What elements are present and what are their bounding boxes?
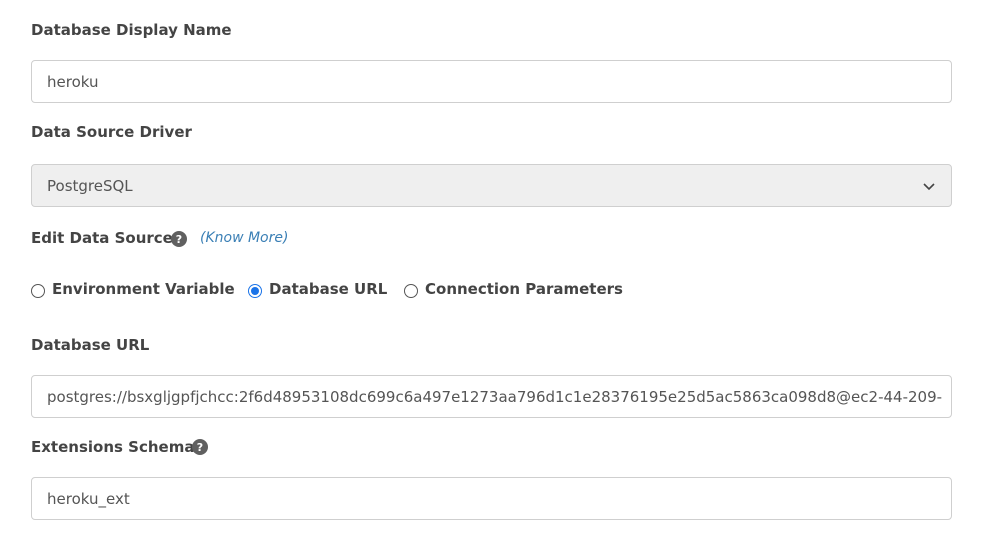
- database-url-value: postgres://bsxgljgpfjchcc:2f6d48953108dc…: [47, 387, 943, 406]
- edit-source-label: Edit Data Source: [31, 229, 173, 247]
- display-name-value: heroku: [47, 72, 99, 91]
- display-name-label: Database Display Name: [31, 21, 232, 39]
- radio-button-checked[interactable]: [248, 283, 262, 298]
- radio-button[interactable]: [31, 283, 45, 298]
- know-more-link[interactable]: (Know More): [200, 228, 288, 248]
- extensions-schema-label: Extensions Schema: [31, 438, 195, 456]
- radio-label: Database URL: [269, 280, 388, 298]
- extensions-schema-help-icon[interactable]: ?: [192, 439, 208, 455]
- radio-label: Environment Variable: [52, 280, 235, 298]
- display-name-input[interactable]: heroku: [31, 60, 952, 103]
- edit-source-help-icon[interactable]: ?: [171, 231, 187, 247]
- database-url-input[interactable]: postgres://bsxgljgpfjchcc:2f6d48953108dc…: [31, 375, 952, 418]
- driver-selected-value: PostgreSQL: [47, 176, 133, 195]
- driver-label: Data Source Driver: [31, 123, 192, 141]
- radio-database-url[interactable]: Database URL: [248, 279, 387, 299]
- radio-label: Connection Parameters: [425, 280, 623, 298]
- database-url-label: Database URL: [31, 336, 150, 354]
- radio-environment-variable[interactable]: Environment Variable: [31, 279, 235, 299]
- driver-select[interactable]: PostgreSQL: [31, 164, 952, 207]
- radio-connection-parameters[interactable]: Connection Parameters: [404, 279, 623, 299]
- chevron-down-icon: [922, 179, 936, 193]
- extensions-schema-value: heroku_ext: [47, 489, 130, 508]
- radio-button[interactable]: [404, 283, 418, 298]
- extensions-schema-input[interactable]: heroku_ext: [31, 477, 952, 520]
